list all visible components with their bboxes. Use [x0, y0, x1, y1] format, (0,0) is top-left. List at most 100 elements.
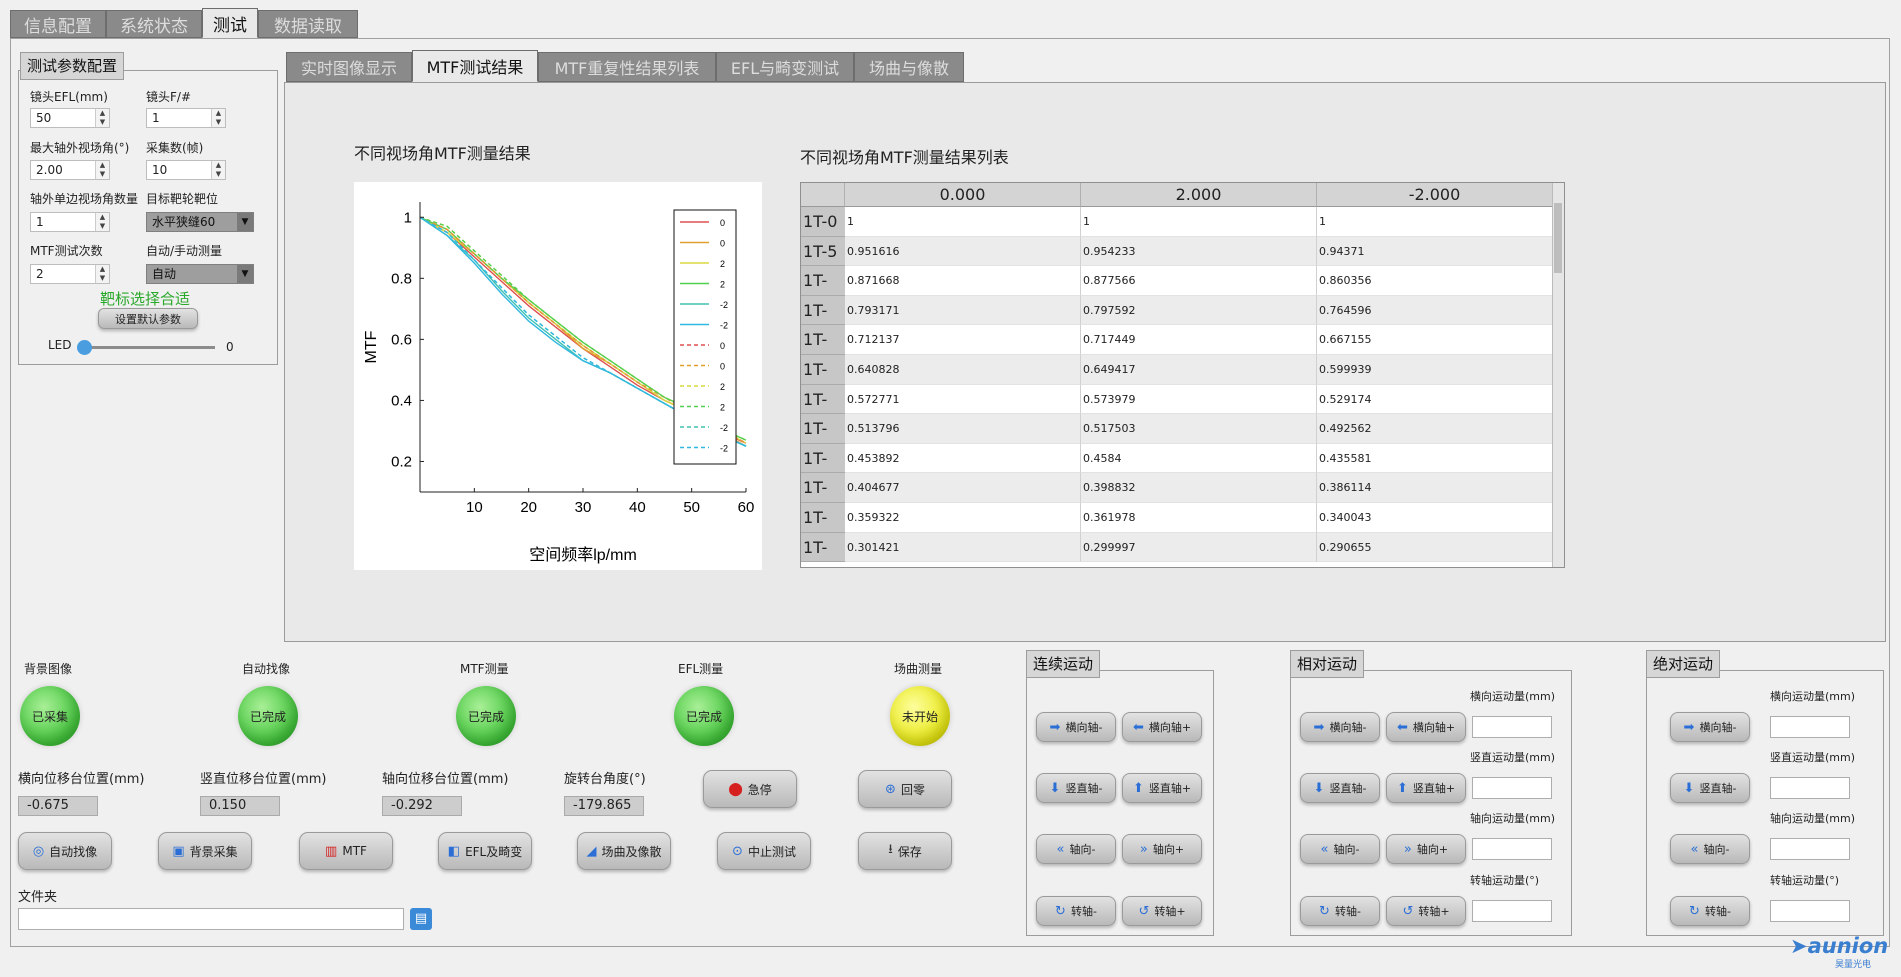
table-row-header[interactable]: 1T-40: [801, 443, 845, 497]
table-cell[interactable]: 0.954233: [1081, 236, 1317, 267]
field-curve-button[interactable]: ◢ 场曲及像散: [577, 832, 671, 870]
mtf-count-spinbox[interactable]: 2 ▲ ▼: [30, 264, 110, 284]
table-row-header[interactable]: 1T-20: [801, 325, 845, 378]
continuous-a-minus-button[interactable]: « 轴向-: [1036, 834, 1116, 864]
table-row-header[interactable]: 1T-45: [801, 473, 845, 526]
continuous-a-plus-button[interactable]: » 轴向+: [1122, 834, 1202, 864]
table-row-header[interactable]: 1T-30: [801, 384, 845, 438]
table-cell[interactable]: 0.359322: [845, 503, 1081, 533]
table-row-header[interactable]: 1T-15: [801, 295, 845, 349]
relative-h-amount-input[interactable]: [1472, 716, 1552, 738]
relative-a-amount-input[interactable]: [1472, 838, 1552, 860]
table-row-header[interactable]: 1T-55: [801, 532, 845, 567]
table-column-header[interactable]: -2.000: [1317, 183, 1553, 207]
relative-v-minus-button[interactable]: ⬇ 竖直轴-: [1300, 773, 1380, 803]
table-cell[interactable]: 0.386114: [1317, 473, 1553, 503]
table-cell[interactable]: 0.877566: [1081, 266, 1317, 296]
table-cell[interactable]: 0.435581: [1317, 443, 1553, 474]
table-cell[interactable]: 0.517503: [1081, 414, 1317, 444]
table-column-header[interactable]: 2.000: [1081, 183, 1317, 207]
max-angle-spin-arrows[interactable]: ▲ ▼: [95, 161, 109, 179]
absolute-v-minus-button[interactable]: ⬇ 竖直轴-: [1670, 773, 1750, 803]
table-cell[interactable]: 0.529174: [1317, 384, 1553, 415]
continuous-r-minus-button[interactable]: ↻ 转轴-: [1036, 896, 1116, 926]
table-cell[interactable]: 0.793171: [845, 295, 1081, 326]
set-default-button[interactable]: 设置默认参数: [98, 308, 198, 329]
table-row-header[interactable]: 1T-0: [801, 207, 845, 237]
table-cell[interactable]: 0.717449: [1081, 325, 1317, 355]
estop-button[interactable]: ⬤ 急停: [703, 770, 797, 808]
table-cell[interactable]: 0.649417: [1081, 355, 1317, 385]
table-cell[interactable]: 0.4584: [1081, 443, 1317, 474]
folder-browse-icon[interactable]: ▤: [410, 908, 432, 930]
table-cell[interactable]: 0.404677: [845, 473, 1081, 503]
table-cell[interactable]: 0.860356: [1317, 266, 1553, 296]
absolute-h-minus-button[interactable]: ➡ 横向轴-: [1670, 712, 1750, 742]
table-row-header[interactable]: 1T-10: [801, 266, 845, 319]
abort-button[interactable]: ⊙ 中止测试: [717, 832, 811, 870]
led-slider[interactable]: [80, 346, 215, 349]
tab-test[interactable]: 测试: [202, 8, 258, 38]
home-button[interactable]: ⊛ 回零: [858, 770, 952, 808]
table-cell[interactable]: 0.764596: [1317, 295, 1553, 326]
table-cell[interactable]: 0.299997: [1081, 532, 1317, 563]
mode-select[interactable]: 自动 ▼: [146, 264, 254, 284]
mtf-count-spin-arrows[interactable]: ▲ ▼: [95, 265, 109, 283]
table-cell[interactable]: 0.797592: [1081, 295, 1317, 326]
absolute-a-minus-button[interactable]: « 轴向-: [1670, 834, 1750, 864]
absolute-r-amount-input[interactable]: [1770, 900, 1850, 922]
table-row-header[interactable]: 1T-35: [801, 414, 845, 467]
absolute-a-amount-input[interactable]: [1770, 838, 1850, 860]
table-cell[interactable]: 0.94371: [1317, 236, 1553, 267]
subtab-mtf-repeat[interactable]: MTF重复性结果列表: [538, 52, 716, 82]
table-cell[interactable]: 0.599939: [1317, 355, 1553, 385]
table-cell[interactable]: 0.398832: [1081, 473, 1317, 503]
table-cell[interactable]: 0.340043: [1317, 503, 1553, 533]
side-count-spin-arrows[interactable]: ▲ ▼: [95, 213, 109, 231]
table-cell[interactable]: 0.573979: [1081, 384, 1317, 415]
target-select[interactable]: 水平狭缝60 ▼: [146, 212, 254, 232]
table-row-header[interactable]: 1T-25: [801, 355, 845, 408]
relative-a-minus-button[interactable]: « 轴向-: [1300, 834, 1380, 864]
folder-input[interactable]: [18, 908, 404, 930]
table-cell[interactable]: 0.453892: [845, 443, 1081, 474]
bg-collect-button[interactable]: ▣ 背景采集: [158, 832, 252, 870]
table-scrollbar-thumb[interactable]: [1554, 203, 1562, 273]
absolute-h-amount-input[interactable]: [1770, 716, 1850, 738]
table-cell[interactable]: 0.513796: [845, 414, 1081, 444]
table-cell[interactable]: 0.951616: [845, 236, 1081, 267]
subtab-field-curvature[interactable]: 场曲与像散: [854, 52, 964, 82]
table-cell[interactable]: 0.301421: [845, 532, 1081, 563]
table-cell[interactable]: 0.572771: [845, 384, 1081, 415]
table-cell[interactable]: 0.712137: [845, 325, 1081, 355]
table-cell[interactable]: 1: [1081, 207, 1317, 237]
table-row-header[interactable]: 1T-5: [801, 236, 845, 267]
relative-v-amount-input[interactable]: [1472, 777, 1552, 799]
tab-system-status[interactable]: 系统状态: [106, 10, 202, 38]
frames-spin-arrows[interactable]: ▲ ▼: [211, 161, 225, 179]
fnum-spinbox[interactable]: 1 ▲ ▼: [146, 108, 226, 128]
frames-spinbox[interactable]: 10 ▲ ▼: [146, 160, 226, 180]
relative-a-plus-button[interactable]: » 轴向+: [1386, 834, 1466, 864]
subtab-mtf-result[interactable]: MTF测试结果: [412, 50, 538, 82]
continuous-h-minus-button[interactable]: ➡ 横向轴-: [1036, 712, 1116, 742]
absolute-r-minus-button[interactable]: ↻ 转轴-: [1670, 896, 1750, 926]
continuous-v-plus-button[interactable]: ⬆ 竖直轴+: [1122, 773, 1202, 803]
efl-spinbox[interactable]: 50 ▲ ▼: [30, 108, 110, 128]
relative-h-minus-button[interactable]: ➡ 横向轴-: [1300, 712, 1380, 742]
table-cell[interactable]: 1: [845, 207, 1081, 237]
table-cell[interactable]: 0.667155: [1317, 325, 1553, 355]
mtf-result-table[interactable]: 0.000 2.000 -2.000 1T-0 1 1 1 1T-5 0.951616 0.954…: [800, 182, 1565, 568]
fnum-spin-arrows[interactable]: ▲ ▼: [211, 109, 225, 127]
efl-spin-arrows[interactable]: ▲ ▼: [95, 109, 109, 127]
relative-v-plus-button[interactable]: ⬆ 竖直轴+: [1386, 773, 1466, 803]
relative-r-plus-button[interactable]: ↺ 转轴+: [1386, 896, 1466, 926]
table-column-header[interactable]: 0.000: [845, 183, 1081, 207]
relative-r-amount-input[interactable]: [1472, 900, 1552, 922]
table-cell[interactable]: 0.290655: [1317, 532, 1553, 563]
table-cell[interactable]: 0.871668: [845, 266, 1081, 296]
table-cell[interactable]: 0.640828: [845, 355, 1081, 385]
side-count-spinbox[interactable]: 1 ▲ ▼: [30, 212, 110, 232]
continuous-h-plus-button[interactable]: ⬅ 横向轴+: [1122, 712, 1202, 742]
mtf-button[interactable]: ▥ MTF: [299, 832, 393, 870]
